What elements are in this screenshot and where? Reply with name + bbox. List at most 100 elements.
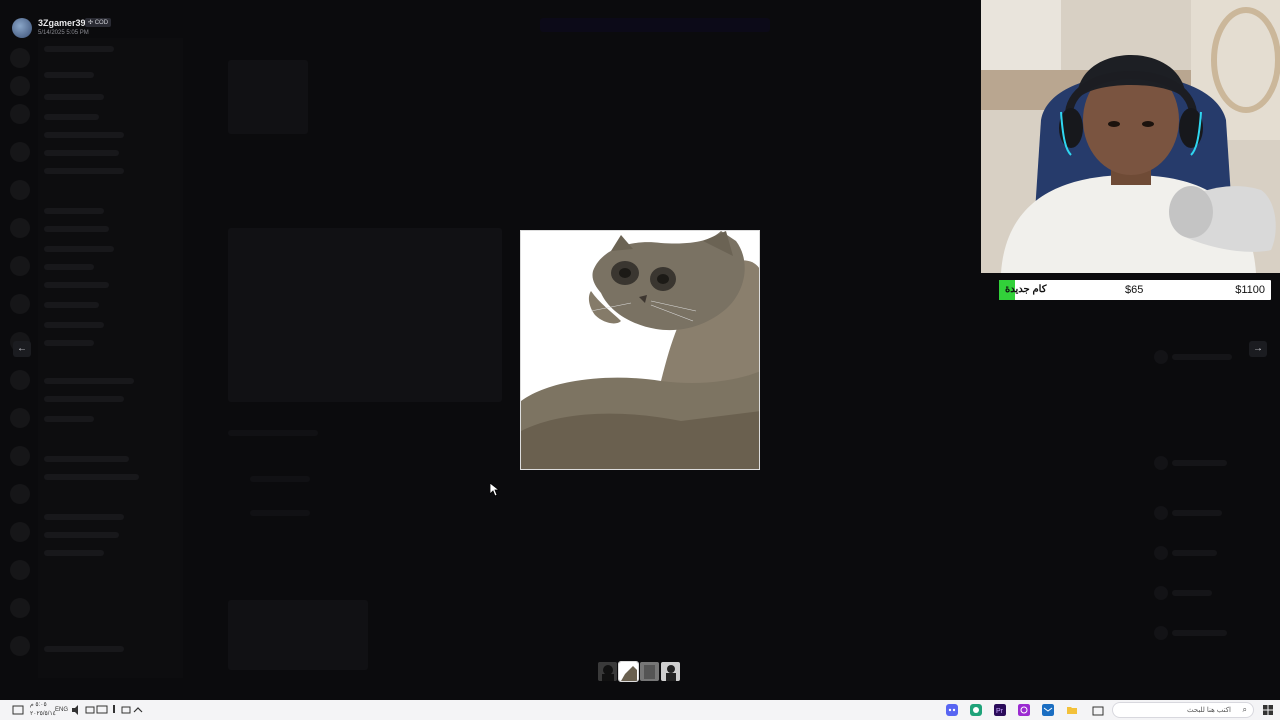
channel-row <box>44 396 124 402</box>
message-image <box>228 60 308 134</box>
search-icon: ⌕ <box>1242 705 1247 714</box>
thumbnail[interactable] <box>598 662 617 681</box>
previous-image-button[interactable]: ← <box>13 341 31 357</box>
donation-current-amount: $65 <box>1125 284 1144 296</box>
uploader-name[interactable]: 3Zgamer390 <box>38 18 91 28</box>
channel-row <box>44 168 124 174</box>
server-icon <box>10 294 30 314</box>
member-row <box>1172 550 1217 556</box>
channel-row <box>44 46 114 52</box>
server-icon <box>10 636 30 656</box>
server-icon <box>10 256 30 276</box>
windows-start-icon[interactable] <box>1262 704 1274 716</box>
microphone-icon[interactable] <box>108 704 120 716</box>
taskbar: ٥:٠٥ م ٢٠٢٥/٥/١٤ ENG Pr اكتب هنا للبحث ⌕ <box>0 700 1280 720</box>
thumbnail-image <box>661 662 680 681</box>
battery-icon[interactable] <box>120 704 132 716</box>
thumbnail-image <box>598 662 617 681</box>
server-icon <box>10 180 30 200</box>
channel-row <box>44 94 104 100</box>
chevron-up-icon[interactable] <box>132 704 144 716</box>
server-icon <box>10 446 30 466</box>
member-avatar <box>1154 546 1168 560</box>
channel-row <box>44 208 104 214</box>
svg-text:Pr: Pr <box>996 708 1004 715</box>
thumbnail-image <box>619 662 638 681</box>
donation-goal-title: كام جديدة <box>1005 284 1047 295</box>
message-image-grid <box>228 228 502 402</box>
channel-row <box>44 378 134 384</box>
member-avatar <box>1154 506 1168 520</box>
channel-row <box>44 246 114 252</box>
server-icon <box>10 408 30 428</box>
channel-row <box>44 322 104 328</box>
channel-row <box>44 150 119 156</box>
server-rail <box>0 38 36 678</box>
thumbnail[interactable] <box>640 662 659 681</box>
channel-row <box>44 302 99 308</box>
server-icon <box>10 76 30 96</box>
cat-image <box>521 231 759 469</box>
network-icon[interactable] <box>84 704 96 716</box>
channel-row <box>44 646 124 652</box>
server-icon <box>10 370 30 390</box>
member-row <box>1172 630 1227 636</box>
next-image-button[interactable]: → <box>1249 341 1267 357</box>
channel-row <box>44 456 129 462</box>
donation-goal-bar: كام جديدة $65 $1100 <box>999 280 1271 300</box>
server-icon <box>10 522 30 542</box>
search-placeholder: اكتب هنا للبحث <box>1186 707 1231 714</box>
store-icon[interactable] <box>1092 704 1104 716</box>
message-embed <box>228 600 368 670</box>
server-icon <box>10 560 30 580</box>
channel-row <box>44 114 99 120</box>
channel-row <box>44 340 94 346</box>
premiere-icon[interactable]: Pr <box>994 704 1006 716</box>
thumbnail-active[interactable] <box>618 661 639 682</box>
member-row <box>1172 354 1232 360</box>
message-line <box>250 476 310 482</box>
arrow-right-icon: → <box>1253 343 1263 354</box>
server-icon <box>10 104 30 124</box>
upload-timestamp: 5/14/2025 5:05 PM <box>38 30 89 36</box>
channel-row <box>44 416 94 422</box>
mail-icon[interactable] <box>1042 704 1054 716</box>
avatar[interactable] <box>12 18 32 38</box>
member-row <box>1172 590 1212 596</box>
folder-icon[interactable] <box>1066 704 1078 716</box>
notification-icon[interactable] <box>12 704 24 716</box>
member-avatar <box>1154 626 1168 640</box>
clan-tag-badge: ✣ COD <box>85 18 112 27</box>
search-input[interactable]: اكتب هنا للبحث ⌕ <box>1112 702 1254 718</box>
channel-row <box>44 514 124 520</box>
member-row <box>1172 460 1227 466</box>
member-avatar <box>1154 456 1168 470</box>
channel-topbar <box>540 18 770 32</box>
server-icon <box>10 218 30 238</box>
clock-date[interactable]: ٢٠٢٥/٥/١٤ <box>30 704 56 720</box>
webcam-image <box>981 0 1280 273</box>
server-icon <box>10 598 30 618</box>
message-line <box>250 510 310 516</box>
member-avatar <box>1154 586 1168 600</box>
donation-goal-amount: $1100 <box>1235 284 1265 296</box>
browser-icon[interactable] <box>970 704 982 716</box>
media-viewer-header: 3Zgamer390 ✣ COD 5/14/2025 5:05 PM <box>0 12 400 42</box>
server-icon <box>10 48 30 68</box>
language-indicator[interactable]: ENG <box>55 700 68 720</box>
channel-row <box>44 474 139 480</box>
media-image[interactable] <box>520 230 760 470</box>
display-icon[interactable] <box>96 704 108 716</box>
thumbnail[interactable] <box>661 662 680 681</box>
discord-icon[interactable] <box>946 704 958 716</box>
volume-icon[interactable] <box>70 704 82 716</box>
member-avatar <box>1154 350 1168 364</box>
obs-icon[interactable] <box>1018 704 1030 716</box>
channel-row <box>44 72 94 78</box>
channel-row <box>44 264 94 270</box>
member-list <box>1150 310 1280 700</box>
channel-row <box>44 532 119 538</box>
server-icon <box>10 484 30 504</box>
server-icon <box>10 142 30 162</box>
mouse-cursor-icon <box>490 483 500 497</box>
